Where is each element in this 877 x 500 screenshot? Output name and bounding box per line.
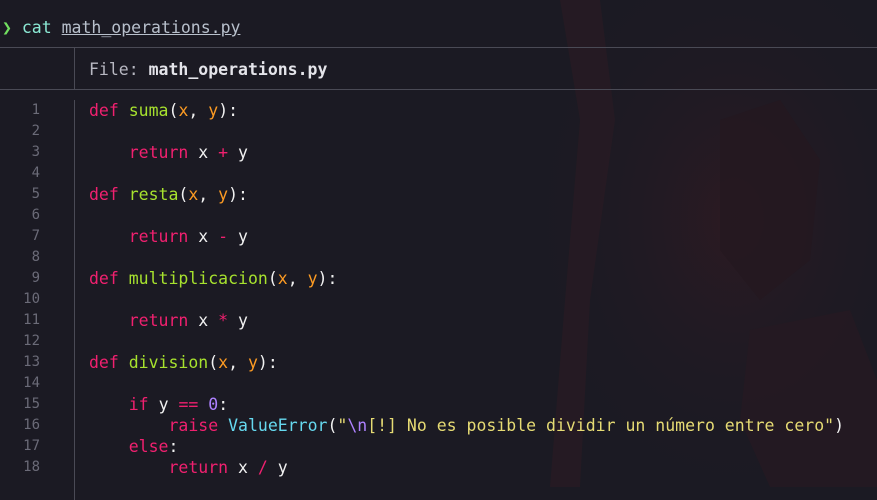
keyword: def (89, 353, 119, 372)
code-line: return x - y (89, 226, 844, 247)
line-number: 16 (23, 417, 40, 433)
identifier: y (238, 143, 248, 162)
identifier: x (198, 143, 209, 162)
parameter: y (218, 185, 229, 204)
code-viewer: 1 2 3 4 5 6 7 8 9 10 11 12 13 14 15 16 1… (0, 90, 877, 500)
code-line: else: (128, 437, 179, 456)
file-label: File: (89, 60, 149, 79)
line-number: 1 (31, 102, 40, 118)
code-line: return x * y (89, 310, 844, 331)
keyword: return (128, 227, 189, 246)
prompt-arrow-icon: ❯ (2, 18, 12, 37)
line-number: 10 (23, 291, 40, 307)
string-literal: [!] No es posible dividir un número entr… (367, 416, 825, 435)
operator: - (218, 227, 229, 246)
line-number: 12 (23, 333, 40, 349)
function-name: division (128, 353, 209, 372)
line-number: 14 (23, 375, 40, 391)
parameter: x (188, 185, 199, 204)
line-number: 8 (31, 249, 40, 265)
function-name: resta (128, 185, 179, 204)
code-body: def suma(x, y): return x + y def resta(x… (75, 100, 844, 500)
file-name: math_operations.py (148, 60, 328, 79)
parameter: x (178, 101, 189, 120)
line-number-gutter: 1 2 3 4 5 6 7 8 9 10 11 12 13 14 15 16 1… (0, 100, 75, 500)
line-number: 11 (23, 312, 40, 328)
identifier: x (198, 227, 209, 246)
parameter: y (208, 101, 219, 120)
escape-sequence: \n (347, 416, 368, 435)
identifier: y (277, 458, 288, 477)
line-number: 7 (31, 228, 40, 244)
keyword: return (168, 458, 229, 477)
line-number: 15 (23, 396, 40, 412)
code-line: raise ValueError("\n[!] No es posible di… (168, 416, 845, 435)
operator: + (218, 143, 229, 162)
shell-prompt: ❯ cat math_operations.py (0, 0, 877, 48)
line-number: 6 (31, 207, 40, 223)
function-name: multiplicacion (128, 269, 268, 288)
keyword: def (89, 185, 119, 204)
line-number: 4 (31, 165, 40, 181)
file-title: File: math_operations.py (75, 48, 327, 89)
parameter: y (247, 353, 258, 372)
keyword: if (128, 395, 149, 414)
keyword: def (89, 101, 119, 120)
line-number: 18 (23, 459, 40, 475)
file-header: File: math_operations.py (0, 48, 877, 90)
code-line: def multiplicacion(x, y): (89, 269, 338, 288)
operator: * (218, 311, 229, 330)
line-number: 5 (31, 186, 40, 202)
identifier: y (238, 311, 248, 330)
identifier: y (158, 395, 169, 414)
keyword: return (128, 143, 189, 162)
operator: / (257, 458, 268, 477)
number-literal: 0 (208, 395, 219, 414)
line-number: 2 (31, 123, 40, 139)
code-line: return x + y (89, 142, 844, 163)
code-line: def division(x, y): (89, 353, 278, 372)
function-name: suma (128, 101, 169, 120)
parameter: x (218, 353, 229, 372)
line-number: 13 (23, 354, 40, 370)
keyword: else (128, 437, 169, 456)
gutter-header (0, 48, 75, 89)
keyword: raise (168, 416, 219, 435)
prompt-argument[interactable]: math_operations.py (62, 18, 241, 37)
identifier: x (198, 311, 209, 330)
line-number: 3 (31, 144, 40, 160)
operator: == (178, 395, 199, 414)
keyword: return (128, 311, 189, 330)
code-line: def suma(x, y): (89, 101, 239, 120)
parameter: y (307, 269, 318, 288)
code-line: return x / y (89, 457, 844, 478)
code-line: def resta(x, y): (89, 185, 248, 204)
identifier: y (238, 227, 248, 246)
class-name: ValueError (228, 416, 328, 435)
keyword: def (89, 269, 119, 288)
code-line: if y == 0: (128, 395, 229, 414)
line-number: 17 (23, 438, 40, 454)
identifier: x (238, 458, 248, 477)
line-number: 9 (31, 270, 40, 286)
prompt-command: cat (21, 18, 52, 37)
parameter: x (277, 269, 288, 288)
